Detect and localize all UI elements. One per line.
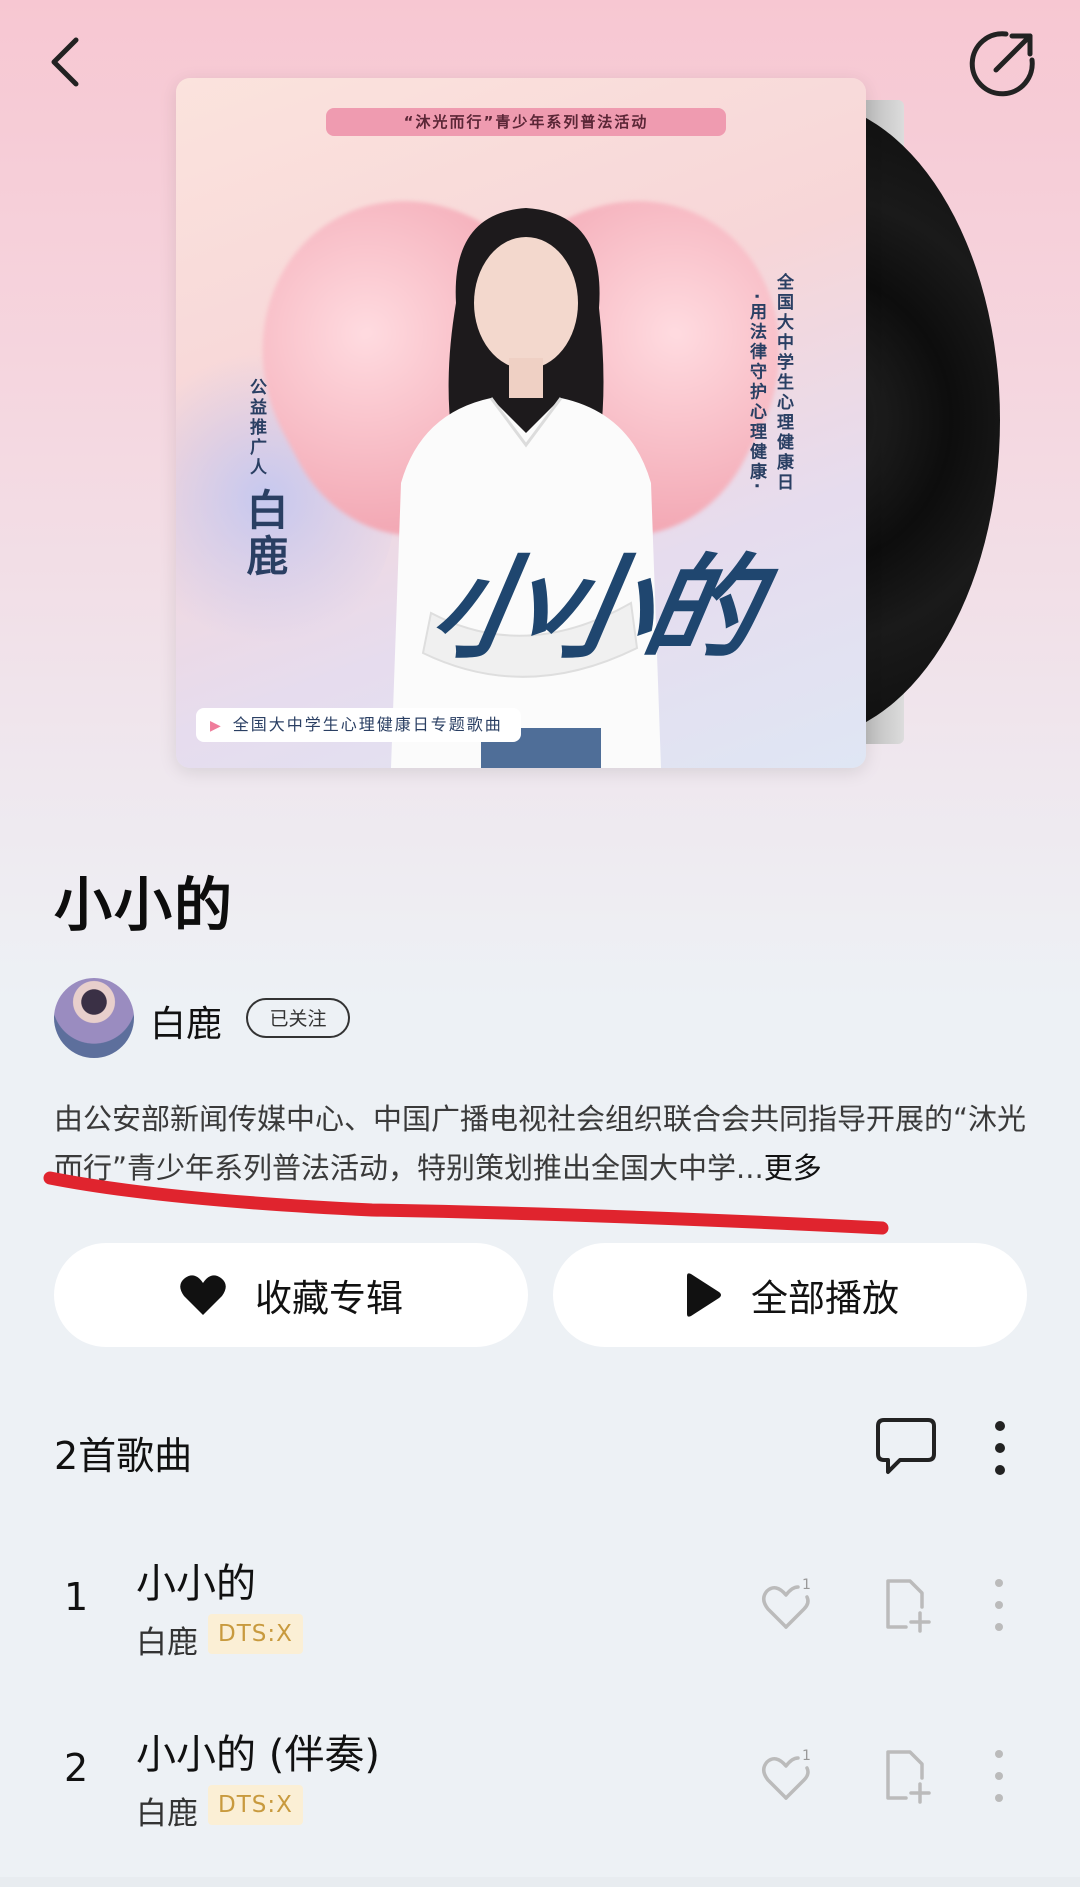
like-count: 1 xyxy=(802,1748,811,1764)
dts-badge: DTS:X xyxy=(208,1614,303,1654)
artist-avatar[interactable] xyxy=(54,978,134,1058)
cover-vertical-text-2: ·用法律守护心理健康· xyxy=(746,293,766,492)
more-vertical-icon xyxy=(995,1421,1005,1475)
add-to-playlist-button[interactable] xyxy=(876,1575,936,1635)
chevron-left-icon xyxy=(51,37,79,87)
more-vertical-icon xyxy=(995,1579,1003,1631)
heart-icon xyxy=(180,1275,226,1315)
favorite-album-label: 收藏专辑 xyxy=(255,1277,403,1320)
follow-button[interactable]: 已关注 xyxy=(246,998,350,1038)
favorite-album-button[interactable]: 收藏专辑 xyxy=(54,1243,528,1347)
cover-portrait xyxy=(391,208,661,768)
back-button[interactable] xyxy=(40,28,110,98)
comment-icon xyxy=(876,1418,936,1474)
comment-button[interactable] xyxy=(874,1414,938,1478)
cover-promoter-label: 公益推广人 xyxy=(246,378,266,478)
cover-banner: “沐光而行”青少年系列普法活动 xyxy=(326,108,726,136)
share-button[interactable] xyxy=(966,26,1040,100)
share-arrow-icon xyxy=(969,31,1035,97)
song-number: 1 xyxy=(64,1575,89,1619)
song-row[interactable]: 2 小小的 (伴奏) 白鹿 DTS:X 1 xyxy=(0,1706,1080,1856)
song-artist: 白鹿 xyxy=(136,1796,198,1832)
song-count: 2首歌曲 xyxy=(54,1434,193,1478)
cover-tag-text: 全国大中学生心理健康日专题歌曲 xyxy=(232,715,503,734)
add-file-icon xyxy=(886,1579,931,1633)
play-icon xyxy=(687,1273,721,1317)
cover-vertical-text-1: 全国大中学生心理健康日 xyxy=(773,273,793,493)
add-file-icon xyxy=(886,1750,931,1804)
cover-tag: ▶ 全国大中学生心理健康日专题歌曲 xyxy=(196,708,521,742)
more-vertical-icon xyxy=(995,1750,1003,1802)
add-to-playlist-button[interactable] xyxy=(876,1746,936,1806)
red-underline-annotation xyxy=(43,1171,889,1235)
play-all-label: 全部播放 xyxy=(751,1277,899,1320)
song-number: 2 xyxy=(64,1746,89,1790)
cover-promoter-name: 白鹿 xyxy=(240,488,289,580)
song-more-button[interactable] xyxy=(984,1746,1014,1806)
song-row[interactable]: 1 小小的 白鹿 DTS:X 1 xyxy=(0,1535,1080,1685)
heart-outline-icon: 1 xyxy=(762,1577,811,1629)
album-title: 小小的 xyxy=(54,871,235,939)
song-title: 小小的 (伴奏) xyxy=(136,1732,380,1778)
list-more-button[interactable] xyxy=(980,1418,1020,1478)
artist-name[interactable]: 白鹿 xyxy=(150,995,222,1047)
dts-badge: DTS:X xyxy=(208,1785,303,1825)
album-cover[interactable]: “沐光而行”青少年系列普法活动 公益推广人 白鹿 全国大中学生心理健康日 ·用法… xyxy=(176,78,866,768)
heart-outline-icon: 1 xyxy=(762,1748,811,1800)
like-count: 1 xyxy=(802,1577,811,1593)
play-triangle-icon: ▶ xyxy=(210,718,223,734)
song-title: 小小的 xyxy=(136,1561,256,1607)
cover-title-art: 小小的 xyxy=(422,543,764,674)
like-button[interactable]: 1 xyxy=(760,1748,816,1804)
like-button[interactable]: 1 xyxy=(760,1577,816,1633)
play-all-button[interactable]: 全部播放 xyxy=(553,1243,1027,1347)
bottom-divider xyxy=(0,1877,1080,1887)
song-artist: 白鹿 xyxy=(136,1625,198,1661)
song-more-button[interactable] xyxy=(984,1575,1014,1635)
